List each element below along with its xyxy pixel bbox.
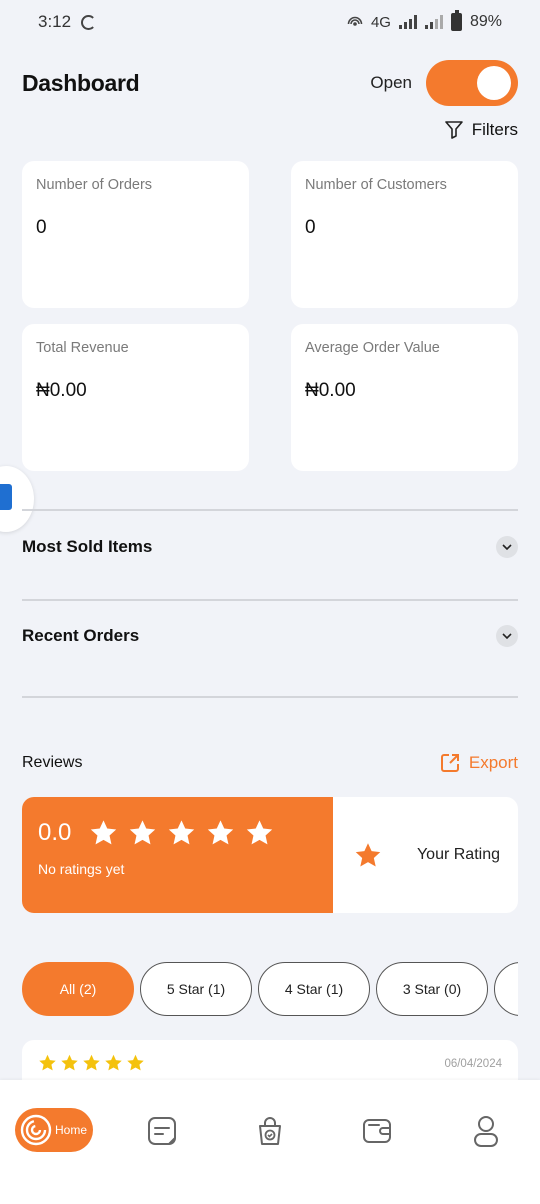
stat-label: Total Revenue [36,340,129,356]
status-time: 3:12 [38,12,72,31]
chip-4-star[interactable]: 4 Star (1) [258,962,370,1016]
export-button[interactable]: Export [439,752,518,774]
no-ratings-text: No ratings yet [38,861,125,877]
reviews-header: Reviews Export [22,752,518,774]
recent-orders-title: Recent Orders [22,626,140,645]
open-toggle[interactable] [426,60,518,106]
stat-value: 0 [305,217,316,238]
average-rating-panel: 0.0 No ratings yet [22,797,333,913]
stat-card-average-order: Average Order Value ₦0.00 [291,324,518,471]
stat-card-revenue: Total Revenue ₦0.00 [22,324,249,471]
recent-orders-row[interactable]: Recent Orders [22,625,518,647]
signal-icon [398,15,417,29]
chip-all[interactable]: All (2) [22,962,134,1016]
wallet-icon[interactable] [361,1114,395,1148]
nav-home[interactable]: Home [15,1108,93,1152]
star-icon [208,820,234,845]
battery-icon [450,10,462,31]
stat-value: ₦0.00 [36,380,87,401]
home-icon [20,1114,52,1146]
floating-app-bubble[interactable] [0,466,34,532]
divider [22,509,518,511]
page-title: Dashboard [22,69,140,96]
star-icon [61,1054,78,1071]
toggle-knob [477,66,511,100]
battery-percent: 89% [469,13,502,30]
star-icon [355,842,381,866]
stat-label: Number of Orders [36,177,153,193]
divider [22,696,518,698]
stat-label: Number of Customers [305,177,447,193]
chip-3-star[interactable]: 3 Star (0) [376,962,488,1016]
chip-next[interactable] [494,962,518,1016]
chip-5-star[interactable]: 5 Star (1) [140,962,252,1016]
app-bubble-icon-part [0,484,12,510]
star-icon [39,1054,56,1071]
export-icon [440,754,459,772]
network-type: 4G [370,13,391,31]
stat-label: Average Order Value [305,340,440,356]
bottom-nav: Home [0,1080,540,1204]
filters-label: Filters [471,120,518,139]
stat-value: ₦0.00 [305,380,356,401]
open-label: Open [370,73,412,92]
most-sold-items-row[interactable]: Most Sold Items [22,536,518,558]
stat-card-customers: Number of Customers 0 [291,161,518,308]
your-rating-panel[interactable]: Your Rating [354,797,500,913]
divider [22,599,518,601]
star-icon [169,820,195,845]
stat-value: 0 [36,217,47,238]
star-icon [83,1054,100,1071]
chevron-down-icon[interactable] [496,625,518,647]
average-rating: 0.0 [38,819,72,846]
status-bar: 3:12 4G 89% [0,0,540,44]
star-icon [127,1054,144,1071]
store-open-control: Open [370,60,518,106]
rating-summary-card: 0.0 No ratings yet Your Rating [22,797,518,913]
sync-icon [81,14,97,30]
most-sold-items-title: Most Sold Items [22,537,153,556]
star-icon [247,820,273,845]
bag-icon[interactable] [253,1114,287,1148]
rating-stars [89,819,274,847]
orders-icon[interactable] [145,1114,179,1148]
filters-button[interactable]: Filters [444,120,518,140]
reviews-title: Reviews [22,754,83,771]
header: Dashboard Open [22,58,518,108]
nav-home-label: Home [55,1123,88,1137]
review-filter-chips: All (2) 5 Star (1) 4 Star (1) 3 Star (0) [22,962,518,1018]
hotspot-icon [347,16,363,26]
profile-icon[interactable] [469,1114,503,1148]
filter-icon [444,121,463,139]
star-icon [130,820,156,845]
chevron-down-icon[interactable] [496,536,518,558]
your-rating-label: Your Rating [416,846,500,863]
star-icon [91,820,117,845]
signal-icon [424,15,443,29]
stat-card-orders: Number of Orders 0 [22,161,249,308]
star-icon [105,1054,122,1071]
export-label: Export [468,753,518,772]
